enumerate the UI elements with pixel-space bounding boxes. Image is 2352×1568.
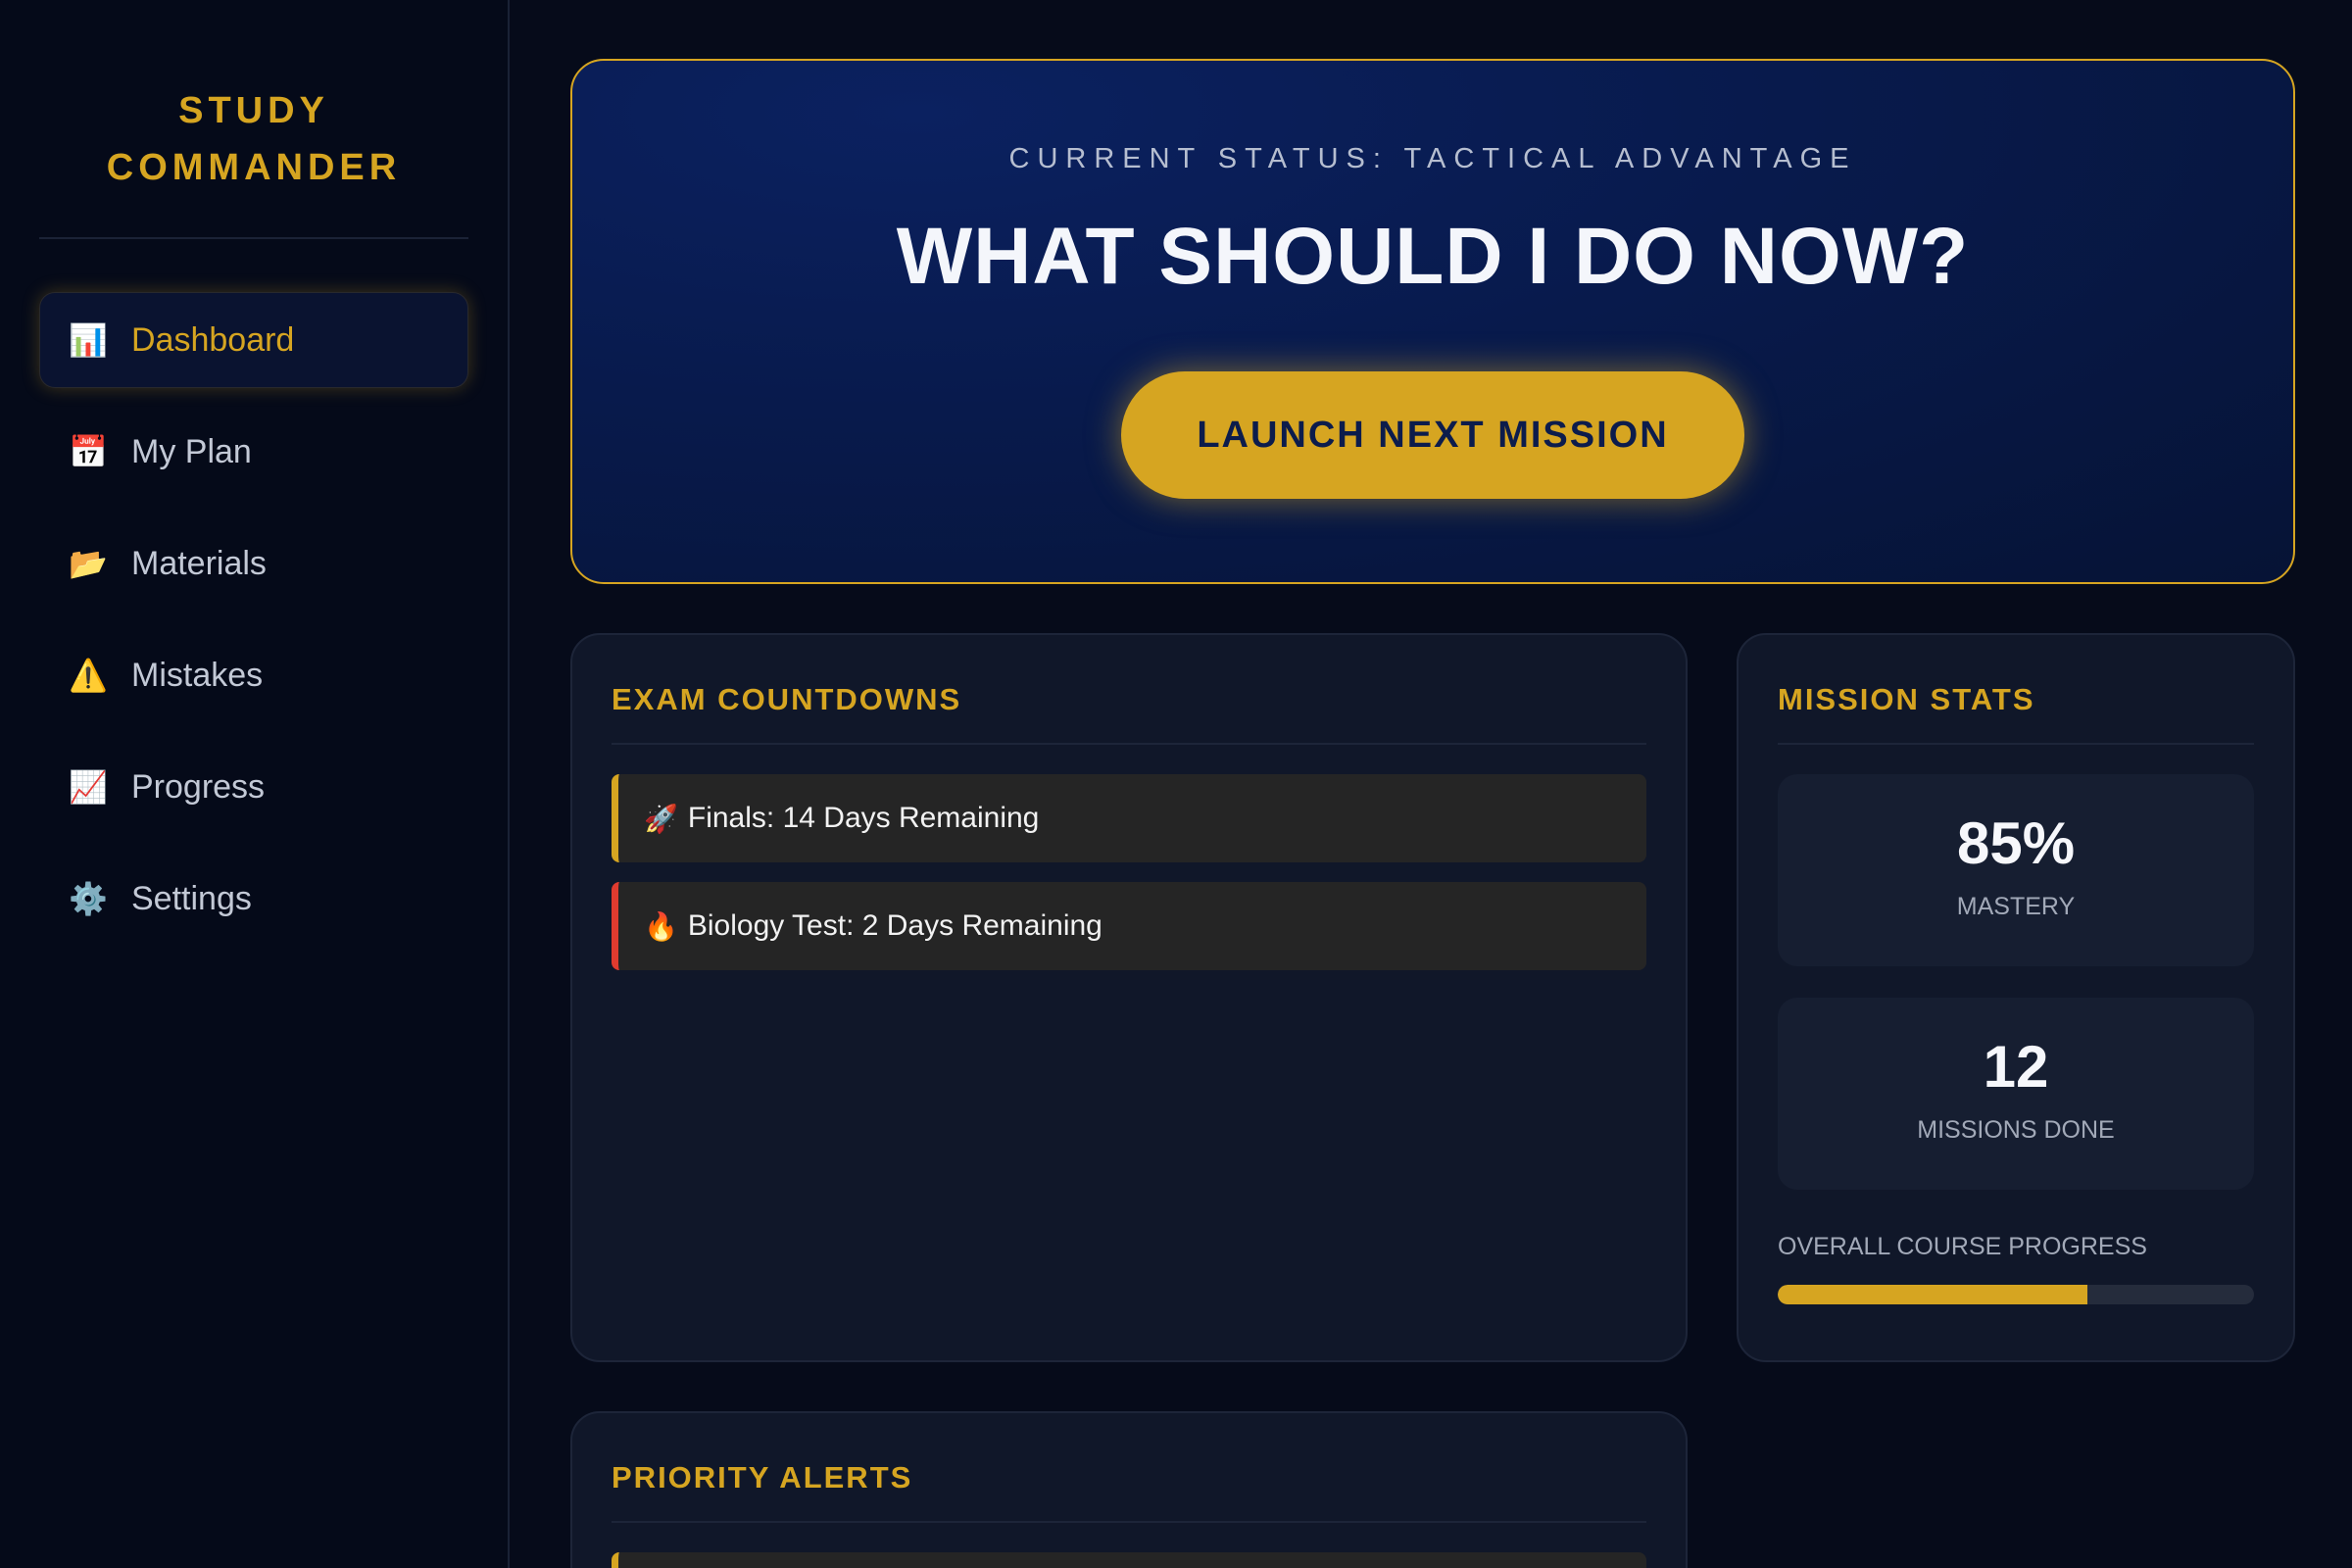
sidebar-divider <box>39 237 468 239</box>
card-divider <box>612 743 1646 745</box>
brand-logo: STUDY COMMANDER <box>39 0 468 196</box>
card-title: EXAM COUNTDOWNS <box>612 682 962 716</box>
sidebar-item-my-plan[interactable]: 📅 My Plan <box>39 404 468 500</box>
status-text: CURRENT STATUS: TACTICAL ADVANTAGE <box>1008 143 1857 174</box>
mastery-stat: 85% MASTERY <box>1778 774 2254 966</box>
sidebar-item-label: Dashboard <box>131 320 295 359</box>
app-root: STUDY COMMANDER 📊 Dashboard 📅 My Plan 📂 … <box>0 0 2352 1568</box>
sidebar: STUDY COMMANDER 📊 Dashboard 📅 My Plan 📂 … <box>0 0 510 1568</box>
sidebar-item-settings[interactable]: ⚙️ Settings <box>39 851 468 947</box>
countdown-text: Finals: 14 Days Remaining <box>687 802 1040 834</box>
progress-label: OVERALL COURSE PROGRESS <box>1778 1233 2147 1260</box>
card-title: MISSION STATS <box>1778 682 2035 716</box>
brand-line-1: STUDY <box>178 90 329 131</box>
sidebar-item-mistakes[interactable]: ⚠️ Mistakes <box>39 627 468 723</box>
exam-countdowns-card: EXAM COUNTDOWNS 🚀 Finals: 14 Days Remain… <box>570 633 1688 1362</box>
priority-alerts-card: PRIORITY ALERTS <box>570 1411 1688 1568</box>
missions-done-value: 12 <box>1983 1034 2049 1100</box>
bar-chart-icon: 📊 <box>69 322 108 358</box>
main-content: CURRENT STATUS: TACTICAL ADVANTAGE WHAT … <box>510 0 2352 1568</box>
warning-icon: ⚠️ <box>69 658 108 693</box>
missions-done-stat: 12 MISSIONS DONE <box>1778 998 2254 1190</box>
sidebar-item-label: My Plan <box>131 432 252 470</box>
countdown-item[interactable]: 🔥 Biology Test: 2 Days Remaining <box>612 882 1646 970</box>
sidebar-item-label: Progress <box>131 767 266 806</box>
rocket-icon: 🚀 <box>644 803 678 834</box>
folder-icon: 📂 <box>69 546 108 581</box>
page-title: WHAT SHOULD I DO NOW? <box>896 212 1970 301</box>
card-title: PRIORITY ALERTS <box>612 1460 913 1494</box>
sidebar-item-materials[interactable]: 📂 Materials <box>39 515 468 612</box>
calendar-icon: 📅 <box>69 434 108 469</box>
course-progress-bar <box>1778 1285 2254 1304</box>
sidebar-item-dashboard[interactable]: 📊 Dashboard <box>39 292 468 388</box>
fire-icon: 🔥 <box>644 910 678 942</box>
mastery-value: 85% <box>1956 810 2076 876</box>
sidebar-item-label: Materials <box>131 544 267 582</box>
trend-chart-icon: 📈 <box>69 769 108 805</box>
countdown-item[interactable]: 🚀 Finals: 14 Days Remaining <box>612 774 1646 862</box>
card-divider <box>1778 743 2254 745</box>
hero-panel: CURRENT STATUS: TACTICAL ADVANTAGE WHAT … <box>570 59 2295 584</box>
sidebar-item-label: Mistakes <box>131 656 264 694</box>
missions-done-label: MISSIONS DONE <box>1917 1116 2115 1144</box>
alert-item[interactable] <box>612 1552 1646 1568</box>
mission-stats-card: MISSION STATS 85% MASTERY 12 MISSIONS DO… <box>1737 633 2295 1362</box>
countdown-text: Biology Test: 2 Days Remaining <box>687 909 1102 942</box>
mastery-label: MASTERY <box>1956 893 2076 920</box>
course-progress-fill <box>1778 1285 2087 1304</box>
gear-icon: ⚙️ <box>69 881 108 916</box>
card-divider <box>612 1521 1646 1523</box>
sidebar-nav: 📊 Dashboard 📅 My Plan 📂 Materials ⚠️ Mis… <box>39 292 468 947</box>
launch-next-mission-button[interactable]: LAUNCH NEXT MISSION <box>1121 371 1744 499</box>
brand-line-2: COMMANDER <box>106 147 402 188</box>
sidebar-item-label: Settings <box>131 879 252 917</box>
sidebar-item-progress[interactable]: 📈 Progress <box>39 739 468 835</box>
